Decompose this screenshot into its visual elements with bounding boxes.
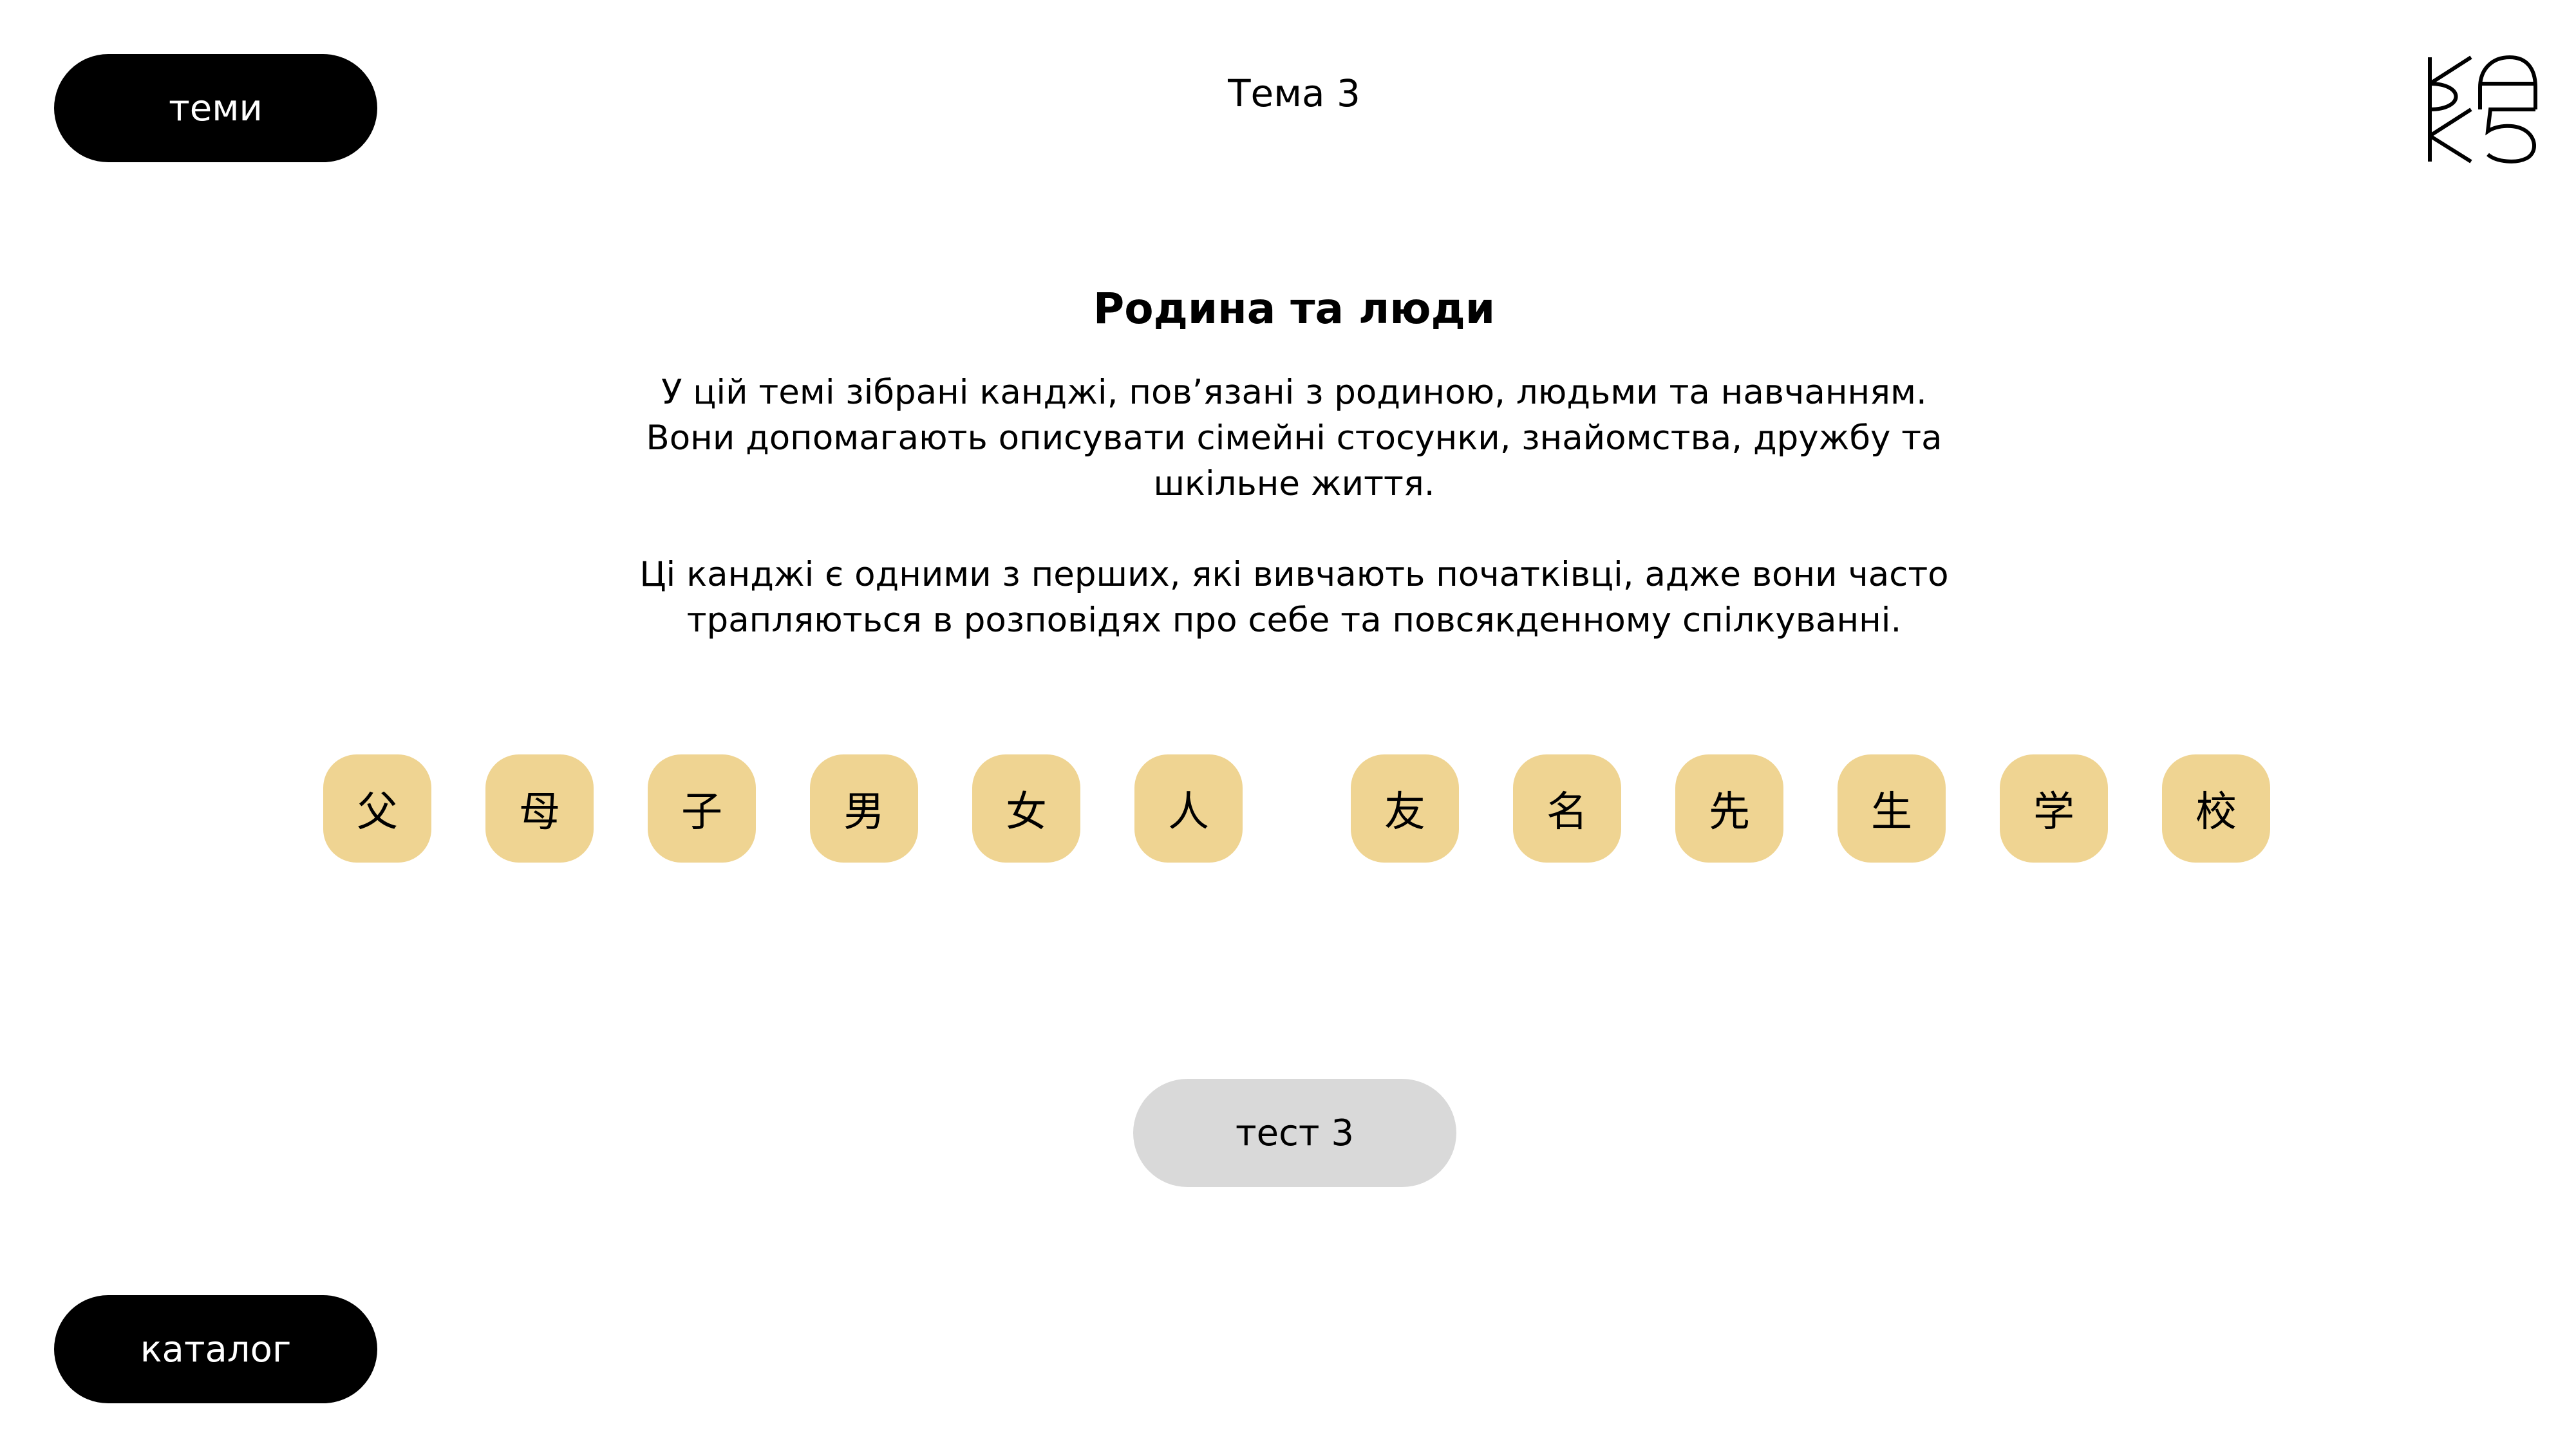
kanji-list: 父 母 子 男 女 人 友 名 先 生 学 校 bbox=[0, 754, 2576, 863]
catalog-button[interactable]: каталог bbox=[54, 1295, 377, 1403]
kanji-tile[interactable]: 名 bbox=[1513, 754, 1621, 863]
kanji-tile[interactable]: 人 bbox=[1134, 754, 1243, 863]
kanji-tile[interactable]: 校 bbox=[2162, 754, 2270, 863]
kanji-tile[interactable]: 先 bbox=[1675, 754, 1783, 863]
catalog-button-label: каталог bbox=[140, 1328, 292, 1370]
topic-number: Тема 3 bbox=[1228, 71, 1360, 115]
kanji-tile[interactable]: 子 bbox=[648, 754, 756, 863]
kanji-tile[interactable]: 男 bbox=[810, 754, 918, 863]
topics-button-label: теми bbox=[169, 87, 263, 129]
kanji-tile[interactable]: 女 bbox=[972, 754, 1080, 863]
topic-description-1: У цій темі зібрані канджі, пов’язані з р… bbox=[646, 373, 1942, 503]
test-button-label: тест 3 bbox=[1236, 1112, 1354, 1154]
topics-button[interactable]: теми bbox=[54, 54, 377, 162]
topic-title: Родина та люди bbox=[1093, 284, 1496, 333]
kanji-tile[interactable]: 学 bbox=[2000, 754, 2108, 863]
kanji-tile[interactable]: 父 bbox=[323, 754, 431, 863]
kanji-tile[interactable]: 友 bbox=[1351, 754, 1459, 863]
kanji-tile[interactable]: 生 bbox=[1838, 754, 1946, 863]
topic-description-2: Ці канджі є одними з перших, які вивчают… bbox=[639, 555, 1949, 640]
test-button[interactable]: тест 3 bbox=[1133, 1079, 1456, 1187]
kaku-logo-icon[interactable] bbox=[2426, 55, 2538, 164]
kanji-tile[interactable]: 母 bbox=[485, 754, 594, 863]
